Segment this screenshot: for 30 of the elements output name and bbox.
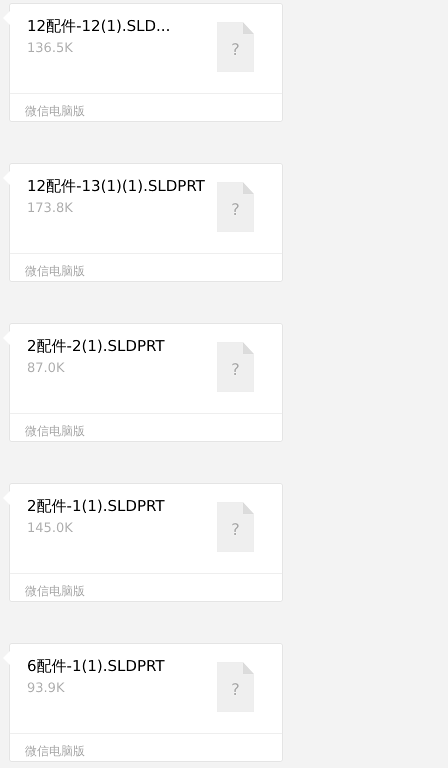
bubble-tail bbox=[3, 11, 10, 25]
file-name: 12配件-12(1).SLD... bbox=[27, 16, 172, 36]
unknown-file-icon: ? bbox=[217, 342, 254, 392]
bubble-tail bbox=[3, 171, 10, 185]
unknown-file-icon: ? bbox=[217, 22, 254, 72]
bubble-tail bbox=[3, 651, 10, 665]
file-size: 173.8K bbox=[27, 200, 74, 217]
source-label: 微信电脑版 bbox=[25, 424, 85, 438]
unknown-file-icon: ? bbox=[217, 182, 254, 232]
source-label: 微信电脑版 bbox=[25, 264, 85, 278]
file-message-bubble[interactable]: 6配件-1(1).SLDPRT 93.9K ? 微信电脑版 bbox=[9, 643, 283, 762]
file-name: 6配件-1(1).SLDPRT bbox=[27, 656, 166, 676]
file-message-bubble[interactable]: 2配件-1(1).SLDPRT 145.0K ? 微信电脑版 bbox=[9, 483, 283, 602]
bubble-tail bbox=[3, 331, 10, 345]
source-label: 微信电脑版 bbox=[25, 104, 85, 118]
file-name: 2配件-2(1).SLDPRT bbox=[27, 336, 166, 356]
file-message-bubble[interactable]: 2配件-2(1).SLDPRT 87.0K ? 微信电脑版 bbox=[9, 323, 283, 442]
file-size: 87.0K bbox=[27, 360, 66, 377]
unknown-file-icon: ? bbox=[217, 502, 254, 552]
bubble-tail bbox=[3, 491, 10, 505]
source-label: 微信电脑版 bbox=[25, 744, 85, 758]
source-label: 微信电脑版 bbox=[25, 584, 85, 598]
file-size: 136.5K bbox=[27, 40, 74, 57]
unknown-file-icon: ? bbox=[217, 662, 254, 712]
file-size: 93.9K bbox=[27, 680, 66, 697]
file-name: 2配件-1(1).SLDPRT bbox=[27, 496, 166, 516]
file-size: 145.0K bbox=[27, 520, 74, 537]
file-message-bubble[interactable]: 12配件-12(1).SLD... 136.5K ? 微信电脑版 bbox=[9, 3, 283, 122]
file-message-bubble[interactable]: 12配件-13(1)(1).SLDPRT 173.8K ? 微信电脑版 bbox=[9, 163, 283, 282]
file-name: 12配件-13(1)(1).SLDPRT bbox=[27, 176, 205, 196]
